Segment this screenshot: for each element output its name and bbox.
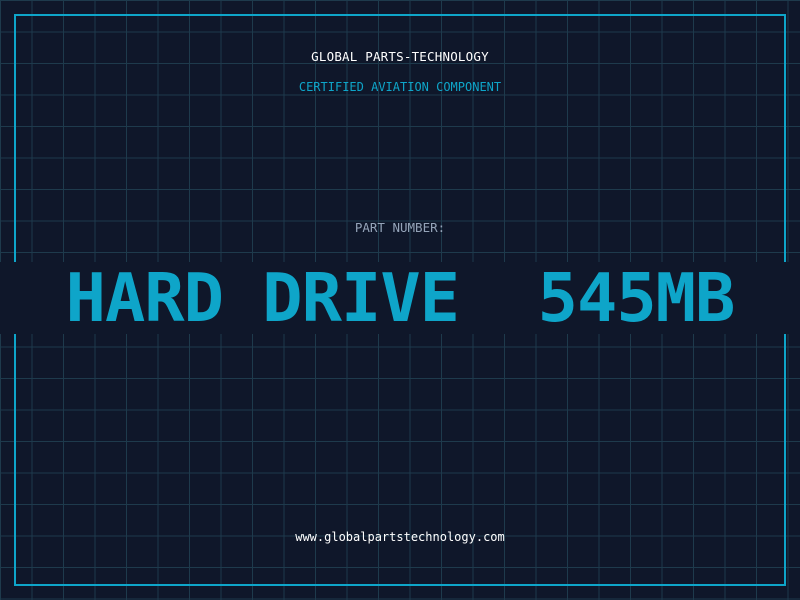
brand-title: GLOBAL PARTS-TECHNOLOGY xyxy=(311,49,489,64)
brand-tagline: CERTIFIED AVIATION COMPONENT xyxy=(298,80,502,94)
website-link[interactable]: www.globalpartstechnology.com xyxy=(0,530,800,544)
part-number-value: HARD DRIVE 545MB xyxy=(65,259,736,337)
part-number-label: PART NUMBER: xyxy=(354,220,446,235)
